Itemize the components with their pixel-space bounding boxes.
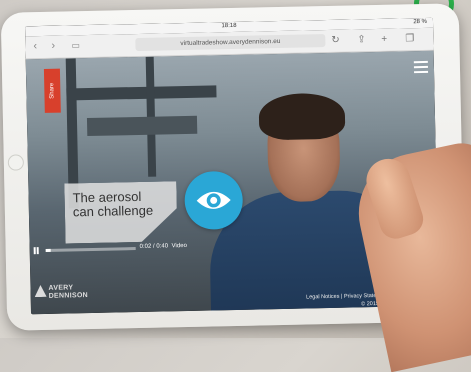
video-caption-banner: The aerosol can challenge: [64, 181, 177, 243]
hamburger-menu-icon[interactable]: [413, 60, 429, 76]
address-bar[interactable]: virtualtradeshow.averydennison.eu: [135, 34, 326, 52]
video-progress-bar[interactable]: [45, 247, 136, 252]
eye-icon: [196, 191, 231, 209]
video-controls: 0:02 / 0:40 Video: [30, 242, 190, 257]
brand-logo: AVERY DENNISON: [48, 284, 88, 301]
video-label: Video: [171, 242, 187, 250]
reload-icon[interactable]: ↻: [331, 35, 340, 46]
home-button[interactable]: [7, 154, 25, 171]
avery-logo-icon: [34, 285, 46, 297]
bookmarks-icon[interactable]: ▭: [71, 40, 80, 51]
pause-icon[interactable]: [34, 247, 40, 253]
brand-name-line2: DENNISON: [48, 292, 89, 300]
back-icon[interactable]: ‹: [33, 40, 37, 52]
share-tab[interactable]: Share: [43, 68, 61, 113]
forward-icon[interactable]: ›: [51, 40, 55, 52]
machine-rail: [86, 115, 198, 137]
share-icon[interactable]: ⇪: [357, 34, 366, 45]
tabs-icon[interactable]: ❐: [405, 33, 414, 44]
video-time: 0:02 / 0:40: [139, 243, 169, 250]
presenter-hair: [258, 92, 346, 141]
view-button[interactable]: [184, 170, 244, 231]
video-caption: The aerosol can challenge: [72, 188, 154, 220]
new-tab-icon[interactable]: +: [381, 34, 387, 45]
video-progress-fill: [45, 248, 51, 252]
battery-indicator: 28 %: [413, 18, 428, 26]
machine-beam: [66, 85, 217, 101]
